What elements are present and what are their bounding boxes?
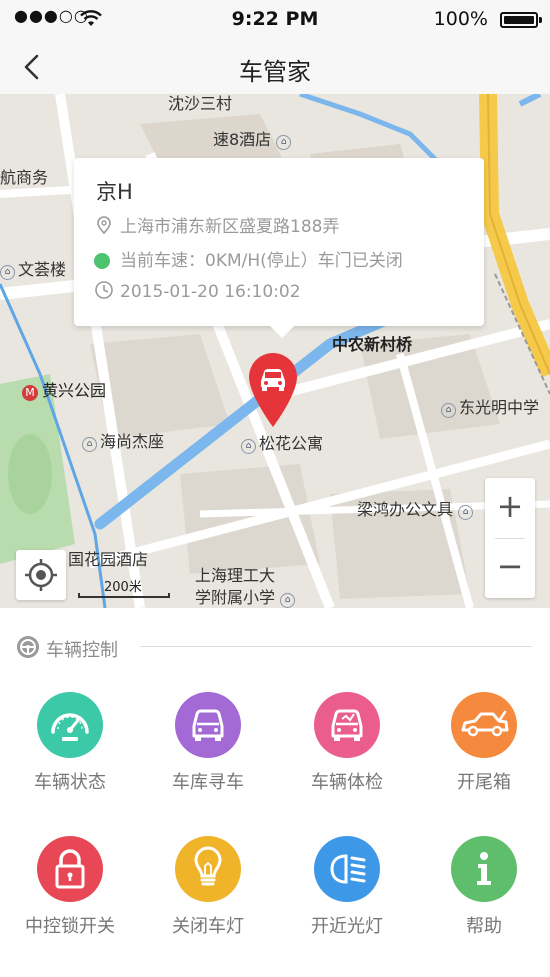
park-text: 黄兴公园 — [42, 381, 107, 400]
battery-percent: 100% — [433, 8, 488, 30]
zoom-in-button[interactable]: + — [485, 478, 535, 538]
lianghong-text: 梁鸿办公文具 — [357, 500, 454, 519]
page-title: 车管家 — [239, 58, 311, 86]
open-trunk-circle — [451, 692, 517, 758]
status-bar: ●●●○○ 9:22 PM 100% — [0, 0, 550, 40]
map-label-school: ⌂ 东光明中学 — [441, 394, 539, 418]
garage-find-circle — [175, 692, 241, 758]
tile-vehicle-check[interactable]: 车辆体检 — [278, 692, 416, 832]
vehicle-status-circle — [37, 692, 103, 758]
location-pin-icon — [97, 216, 111, 235]
hotel-label: 速8酒店 — [213, 130, 272, 149]
headlight-icon — [330, 854, 366, 884]
map-label-garden-hotel: 国花园酒店 — [68, 550, 149, 569]
songhua-text: 松花公寓 — [259, 434, 324, 453]
tile-help[interactable]: 帮助 — [415, 836, 550, 976]
status-dot-icon — [94, 253, 114, 274]
school-icon: ⌂ — [441, 403, 456, 418]
central-lock-circle — [37, 836, 103, 902]
time-row: 2015-01-20 16:10:02 — [94, 280, 301, 302]
battery-icon — [500, 12, 542, 28]
bulb-icon — [194, 846, 222, 886]
info-icon — [477, 852, 491, 885]
status-text: 当前车速：0KM/H(停止）车门已关闭 — [120, 251, 403, 271]
haishang-text: 海尚杰座 — [100, 432, 165, 451]
map-label-stationery: 梁鸿办公文具 ⌂ — [357, 496, 476, 520]
school-icon: ⌂ — [280, 593, 296, 608]
school-2-text: 学附属小学 — [195, 588, 276, 607]
tile-garage-find-car[interactable]: 车库寻车 — [139, 692, 277, 832]
crosshair-icon — [25, 559, 57, 591]
map-label-park: M 黄兴公园 — [22, 377, 106, 401]
nav-bar: 车管家 — [0, 40, 550, 94]
locate-button[interactable] — [16, 550, 66, 600]
wenyunlou-text: 文荟楼 — [18, 260, 67, 279]
vehicle-check-circle — [314, 692, 380, 758]
vehicle-status-label: 车辆状态 — [34, 772, 106, 793]
lights-off-label: 关闭车灯 — [172, 916, 244, 937]
zoom-control: + − — [485, 478, 535, 598]
address-row: 上海市浦东新区盛夏路188弄 — [94, 212, 339, 237]
metro-icon: M — [22, 385, 38, 401]
lights-off-circle — [175, 836, 241, 902]
car-check-icon — [331, 709, 363, 741]
car-info-card[interactable]: 京H 上海市浦东新区盛夏路188弄 当前车速：0KM/H(停止）车门已关闭 20… — [74, 158, 484, 338]
map-label-wenyunlou: ⌂ 文荟楼 — [0, 256, 66, 280]
plate-number: 京H — [96, 180, 133, 204]
tile-low-beam[interactable]: 开近光灯 — [278, 836, 416, 976]
section-title: 车辆控制 — [46, 640, 118, 661]
garage-find-label: 车库寻车 — [172, 772, 244, 793]
shop-icon: ⌂ — [458, 505, 474, 520]
speedometer-icon — [51, 713, 89, 741]
address-text: 上海市浦东新区盛夏路188弄 — [120, 217, 340, 237]
map-label-school-1: 上海理工大 — [195, 566, 276, 585]
map-label-hotel: 速8酒店 ⌂ — [213, 126, 294, 150]
zoom-out-button[interactable]: − — [485, 538, 535, 598]
tile-open-trunk[interactable]: 开尾箱 — [415, 692, 550, 832]
tile-turn-off-lights[interactable]: 关闭车灯 — [139, 836, 277, 976]
lock-icon — [55, 849, 85, 889]
hotel-icon: ⌂ — [276, 135, 292, 150]
tile-vehicle-status[interactable]: 车辆状态 — [1, 692, 139, 832]
car-front-icon — [192, 709, 224, 741]
clock-icon — [95, 281, 113, 299]
car-location-marker[interactable] — [247, 351, 299, 429]
steering-wheel-icon — [17, 636, 39, 658]
building-icon: ⌂ — [241, 439, 256, 454]
dongguangming-text: 东光明中学 — [459, 398, 540, 417]
low-beam-circle — [314, 836, 380, 902]
vehicle-control-header: 车辆控制 — [0, 608, 550, 668]
map-view[interactable]: 沈沙三村 速8酒店 ⌂ 航商务 ⌂ 文荟楼 中农新村桥 M 黄兴公园 ⌂ 东光明中学 … — [0, 94, 550, 608]
tile-central-lock[interactable]: 中控锁开关 — [1, 836, 139, 976]
section-divider — [140, 646, 532, 647]
map-label-school-2: 学附属小学 ⌂ — [195, 584, 298, 608]
map-label-commerce: 航商务 — [0, 168, 49, 187]
open-trunk-label: 开尾箱 — [457, 772, 511, 793]
map-label-bridge: 中农新村桥 — [332, 335, 413, 354]
help-circle — [451, 836, 517, 902]
low-beam-label: 开近光灯 — [311, 916, 383, 937]
map-label-road: 沈沙三村 — [168, 94, 233, 113]
map-label-songhua: ⌂ 松花公寓 — [241, 430, 323, 454]
status-row: 当前车速：0KM/H(停止）车门已关闭 — [94, 246, 403, 274]
building-icon: ⌂ — [0, 265, 15, 280]
building-icon: ⌂ — [82, 437, 97, 452]
help-label: 帮助 — [466, 916, 502, 937]
vehicle-check-label: 车辆体检 — [311, 772, 383, 793]
map-scale-bar — [78, 593, 170, 598]
time-text: 2015-01-20 16:10:02 — [120, 282, 301, 302]
car-side-icon — [461, 710, 509, 737]
map-label-haishang: ⌂ 海尚杰座 — [82, 428, 164, 452]
central-lock-label: 中控锁开关 — [25, 916, 115, 937]
